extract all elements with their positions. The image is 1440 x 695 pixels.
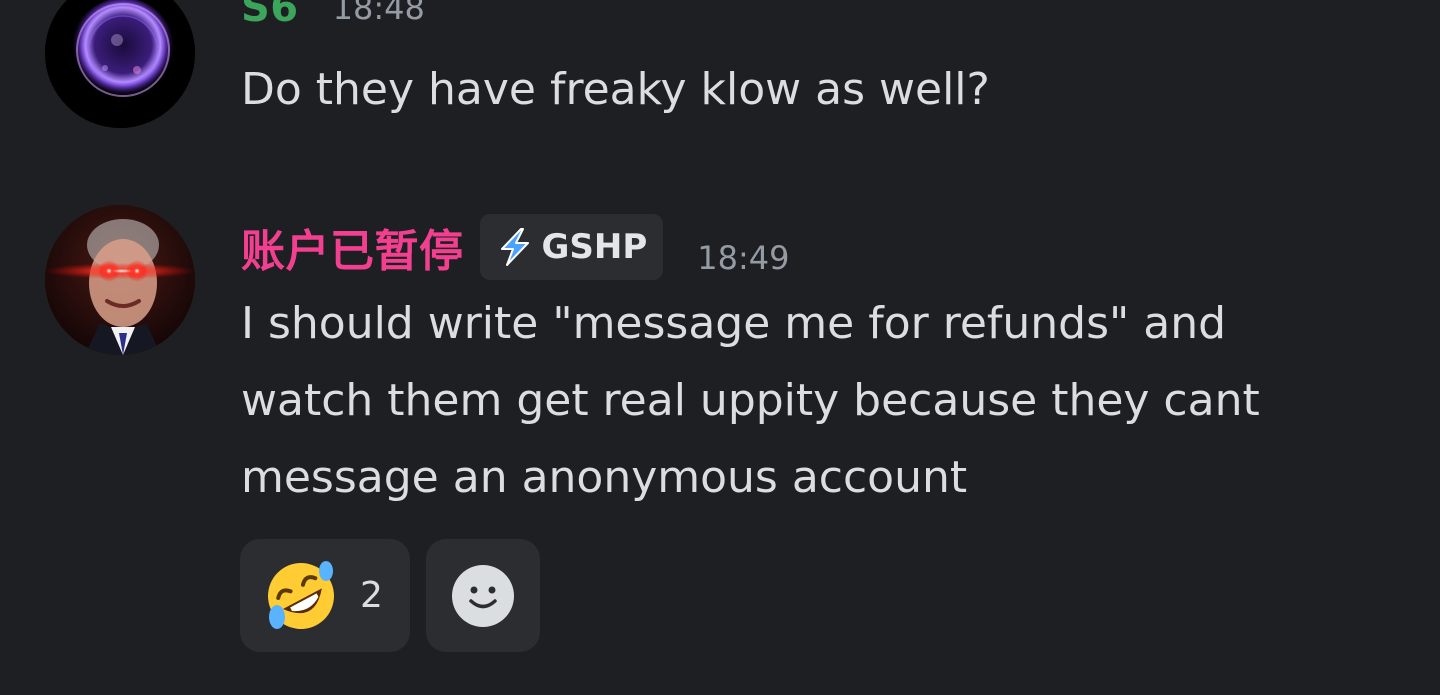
- timestamp: 18:49: [697, 239, 790, 277]
- energy-orb-avatar-image: [45, 0, 195, 128]
- laser-eyes-portrait-avatar-image: [45, 205, 195, 355]
- chat-message-list: S6 18:48 Do they have freaky klow as wel…: [0, 0, 1440, 695]
- lightning-bolt-icon: [500, 228, 529, 266]
- reactions-bar: 2: [240, 539, 540, 652]
- message-text: Do they have freaky klow as well?: [241, 64, 990, 115]
- server-tag-badge[interactable]: GSHP: [479, 214, 664, 280]
- username[interactable]: 账户已暂停: [241, 215, 464, 279]
- avatar[interactable]: [45, 0, 195, 128]
- message-text: I should write "message me for refunds" …: [241, 298, 1260, 503]
- username[interactable]: S6: [241, 0, 299, 31]
- add-reaction-button[interactable]: [426, 539, 540, 652]
- server-tag-label: GSHP: [541, 227, 648, 267]
- add-reaction-smiley-icon: [452, 564, 514, 627]
- message-header: 账户已暂停 GSHP 18:49: [241, 209, 790, 285]
- timestamp: 18:48: [332, 0, 425, 27]
- message-header: S6 18:48: [241, 0, 425, 38]
- avatar[interactable]: [45, 205, 195, 355]
- rolling-on-floor-laughing-icon: [268, 560, 334, 629]
- reaction-count: 2: [360, 575, 383, 616]
- reaction-rolling-laughing[interactable]: 2: [240, 539, 410, 652]
